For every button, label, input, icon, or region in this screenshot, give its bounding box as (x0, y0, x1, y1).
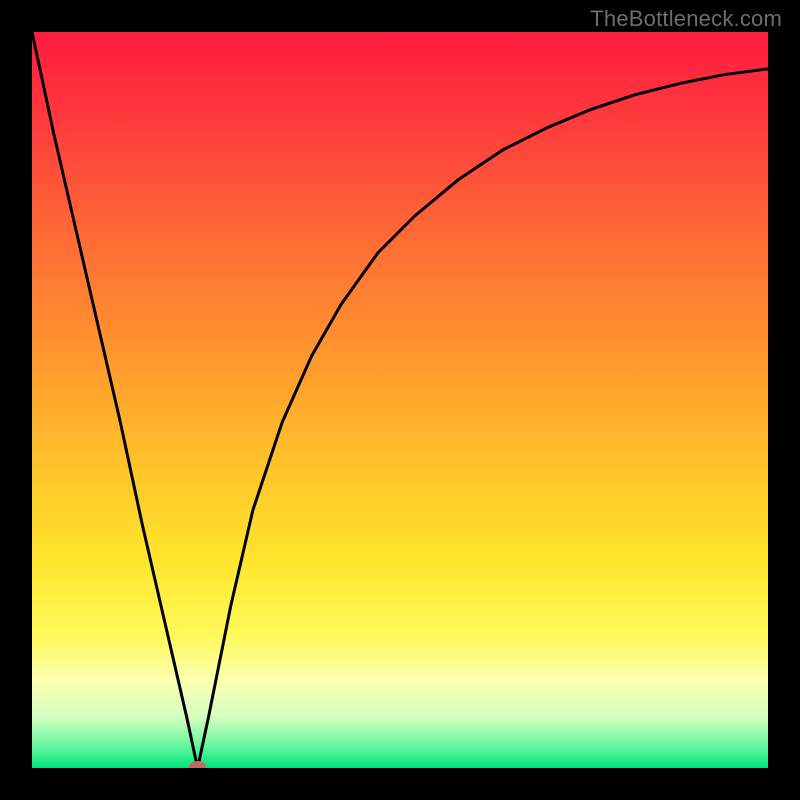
background-gradient (32, 32, 768, 768)
watermark-text: TheBottleneck.com (590, 6, 782, 32)
chart-frame: TheBottleneck.com (0, 0, 800, 800)
plot-area (32, 32, 768, 768)
